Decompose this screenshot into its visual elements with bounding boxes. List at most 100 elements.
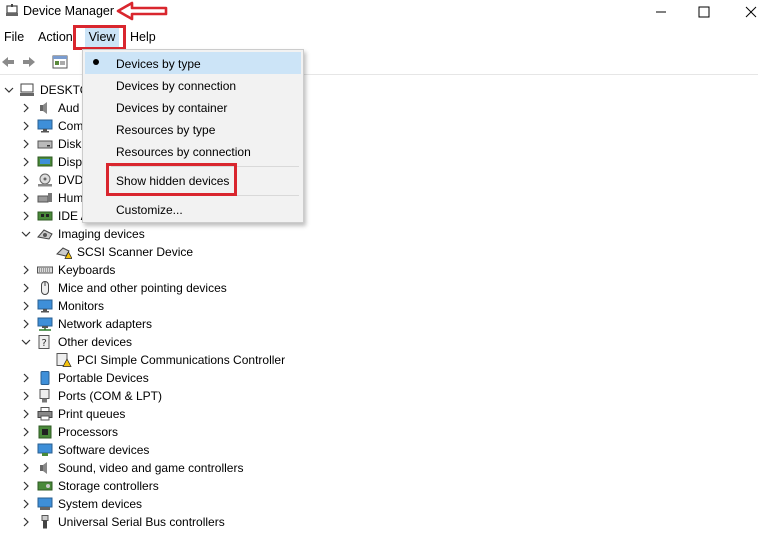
hid-icon [37,193,52,203]
chevron-down-icon[interactable] [4,85,14,95]
tree-item-software-devices[interactable]: Software devices [0,441,200,459]
tree-item-system-devices[interactable]: System devices [0,495,200,513]
dvd-drive-icon [38,173,52,187]
tree-item-processors[interactable]: Processors [0,423,200,441]
maximize-icon [698,6,710,18]
tree-item-display[interactable]: Disp [0,153,82,171]
chevron-right-icon[interactable] [21,445,31,455]
tree-item-ide[interactable]: IDE A [0,207,89,225]
chevron-right-icon[interactable] [21,427,31,437]
speaker-icon [40,462,47,474]
tree-item-mice[interactable]: Mice and other pointing devices [0,279,240,297]
close-icon [745,6,757,18]
chevron-right-icon[interactable] [21,121,31,131]
tree-item-monitors[interactable]: Monitors [0,297,200,315]
tree-item-print-queues[interactable]: Print queues [0,405,200,423]
keyboard-icon [37,266,53,274]
menu-item-resources-by-type[interactable]: Resources by type [116,123,215,137]
camera-icon [37,229,53,240]
tree-item-label: Sound, video and game controllers [58,461,244,475]
tree-item-audio[interactable]: Aud [0,99,82,117]
chevron-right-icon[interactable] [21,211,31,221]
tree-item-dvd[interactable]: DVD [0,171,83,189]
view-dropdown-menu: Devices by type Devices by connection De… [82,49,304,223]
tree-item-hid[interactable]: Hum [0,189,84,207]
chevron-down-icon[interactable] [21,229,31,239]
chevron-right-icon[interactable] [21,283,31,293]
close-button[interactable] [741,2,758,22]
window-title: Device Manager [23,4,115,18]
tree-item-imaging-devices[interactable]: Imaging devices [0,225,200,243]
tree-item-label: Monitors [58,299,105,313]
tree-item-label: Storage controllers [58,479,159,493]
tree-item-label: Hum [58,191,84,205]
menu-item-resources-by-connection[interactable]: Resources by connection [116,145,251,159]
chevron-right-icon[interactable] [21,481,31,491]
chevron-down-icon[interactable] [21,337,31,347]
title-bar: Device Manager [0,0,758,24]
processor-icon [38,425,52,439]
properties-icon[interactable] [52,54,68,70]
tree-item-storage-controllers[interactable]: Storage controllers [0,477,200,495]
disk-drive-icon [37,140,53,149]
forward-arrow-icon[interactable] [21,54,37,70]
tree-item-label: Processors [58,425,119,439]
tree-item-network-adapters[interactable]: Network adapters [0,315,200,333]
chevron-right-icon[interactable] [21,517,31,527]
menu-action[interactable]: Action [38,30,73,44]
network-adapter-icon [37,317,53,331]
minimize-icon [656,11,666,13]
tree-item-scsi-scanner[interactable]: SCSI Scanner Device [0,243,220,261]
usb-icon [41,515,49,529]
menu-help[interactable]: Help [130,30,156,44]
tree-item-sound-controllers[interactable]: Sound, video and game controllers [0,459,260,477]
tree-item-label: Network adapters [58,317,153,331]
selected-bullet-icon [93,59,99,65]
tree-item-portable-devices[interactable]: Portable Devices [0,369,200,387]
chevron-right-icon[interactable] [21,139,31,149]
warning-device-icon [56,353,72,367]
chevron-right-icon[interactable] [21,409,31,419]
tree-item-label: Universal Serial Bus controllers [58,515,225,529]
chevron-right-icon[interactable] [21,463,31,473]
menu-item-devices-by-container[interactable]: Devices by container [116,101,227,115]
tree-item-pci-controller[interactable]: PCI Simple Communications Controller [0,351,300,369]
chevron-right-icon[interactable] [21,265,31,275]
tree-item-label: SCSI Scanner Device [77,245,194,259]
tree-item-computer[interactable]: Com [0,117,83,135]
chevron-right-icon[interactable] [21,499,31,509]
maximize-button[interactable] [694,2,714,22]
tree-root[interactable]: DESKTO [0,81,89,99]
back-arrow-icon[interactable] [0,54,16,70]
tree-item-other-devices[interactable]: ? Other devices [0,333,200,351]
tree-item-keyboards[interactable]: Keyboards [0,261,200,279]
tree-item-label: Aud [58,101,80,115]
menu-file[interactable]: File [4,30,24,44]
chevron-right-icon[interactable] [21,193,31,203]
tree-item-ports[interactable]: Ports (COM & LPT) [0,387,200,405]
chevron-right-icon[interactable] [21,157,31,167]
computer-icon [20,83,34,96]
speaker-icon [40,102,47,114]
tree-item-usb-controllers[interactable]: Universal Serial Bus controllers [0,513,240,531]
mouse-icon [41,281,49,295]
menu-item-customize[interactable]: Customize... [116,203,183,217]
callout-arrow-icon [116,1,168,21]
minimize-button[interactable] [651,2,671,22]
chevron-right-icon[interactable] [21,103,31,113]
portable-device-icon [40,371,50,385]
menu-item-devices-by-type[interactable]: Devices by type [116,57,201,71]
menu-item-devices-by-connection[interactable]: Devices by connection [116,79,236,93]
chevron-right-icon[interactable] [21,373,31,383]
monitor-icon [37,299,53,313]
tree-item-disk[interactable]: Disk [0,135,82,153]
chevron-right-icon[interactable] [21,391,31,401]
chevron-right-icon[interactable] [21,319,31,329]
chevron-right-icon[interactable] [21,175,31,185]
tree-item-label: Software devices [58,443,150,457]
tree-item-label: Disp [58,155,83,169]
storage-controller-icon [37,481,53,491]
tree-item-label: Ports (COM & LPT) [58,389,163,403]
system-device-icon [37,497,53,510]
chevron-right-icon[interactable] [21,301,31,311]
